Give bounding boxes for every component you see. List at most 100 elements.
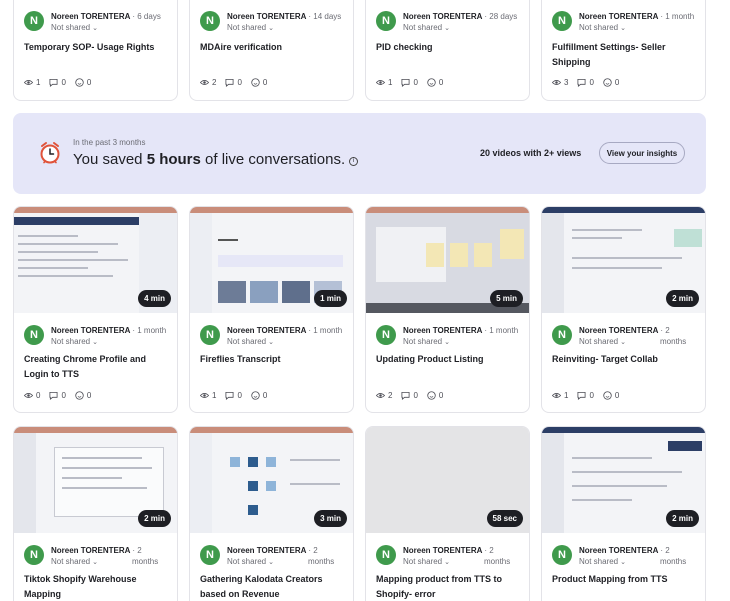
- share-status-dropdown[interactable]: Not shared ⌄: [579, 557, 626, 566]
- video-thumbnail[interactable]: 1 min: [190, 207, 353, 313]
- comments-count: 0: [225, 78, 242, 87]
- share-status-dropdown[interactable]: Not shared ⌄: [403, 557, 450, 566]
- author-name: Noreen TORENTERA · 6 days: [51, 12, 161, 21]
- smiley-icon: [251, 78, 260, 87]
- video-thumbnail[interactable]: 5 min: [366, 207, 529, 313]
- video-card[interactable]: N Noreen TORENTERA · 1 month Not shared ⌄…: [541, 0, 706, 101]
- video-title[interactable]: Tiktok Shopify Warehouse Mapping: [24, 572, 172, 601]
- reactions-count: 0: [251, 78, 267, 87]
- duration-badge: 5 min: [490, 290, 523, 307]
- video-title[interactable]: Product Mapping from TTS: [552, 572, 700, 587]
- info-icon[interactable]: i: [349, 157, 359, 166]
- reactions-count: 0: [251, 391, 267, 400]
- video-thumbnail[interactable]: 3 min: [190, 427, 353, 533]
- share-status-dropdown[interactable]: Not shared ⌄: [579, 337, 626, 346]
- comment-icon: [401, 391, 410, 400]
- video-thumbnail[interactable]: 4 min: [14, 207, 177, 313]
- comment-icon: [49, 78, 58, 87]
- share-status-dropdown[interactable]: Not shared ⌄: [579, 23, 626, 32]
- eye-icon: [376, 393, 385, 398]
- comments-count: 0: [401, 78, 418, 87]
- views-count: 2: [200, 78, 216, 87]
- eye-icon: [552, 80, 561, 85]
- author-name: Noreen TORENTERA · 14 days: [227, 12, 342, 21]
- share-status-dropdown[interactable]: Not shared ⌄: [227, 337, 274, 346]
- upload-time: · 2: [308, 546, 318, 555]
- share-status-dropdown[interactable]: Not shared ⌄: [227, 23, 274, 32]
- chevron-down-icon: ⌄: [620, 25, 627, 32]
- smiley-icon: [427, 78, 436, 87]
- smiley-icon: [603, 391, 612, 400]
- comment-icon: [401, 78, 410, 87]
- banner-period: In the past 3 months: [73, 138, 146, 147]
- view-insights-button[interactable]: View your insights: [599, 142, 685, 164]
- video-title[interactable]: Fireflies Transcript: [200, 352, 348, 367]
- comment-icon: [225, 391, 234, 400]
- comment-icon: [577, 78, 586, 87]
- avatar: N: [552, 325, 572, 345]
- video-thumbnail[interactable]: 2 min: [542, 427, 705, 533]
- video-card[interactable]: 1 min N Noreen TORENTERA · 1 month Not s…: [189, 206, 354, 413]
- videos-count: 20 videos with 2+ views: [480, 148, 582, 158]
- video-title[interactable]: PID checking: [376, 40, 524, 55]
- comments-count: 0: [49, 391, 66, 400]
- author-name: Noreen TORENTERA · 1 month: [579, 12, 695, 21]
- video-title[interactable]: Mapping product from TTS to Shopify- err…: [376, 572, 524, 601]
- upload-time-continued: months: [132, 557, 159, 566]
- chevron-down-icon: ⌄: [620, 559, 627, 566]
- upload-time: · 1 month: [132, 326, 167, 335]
- eye-icon: [24, 393, 33, 398]
- video-card[interactable]: 2 min N Noreen TORENTERA · 2 Not shared ⌄…: [13, 426, 178, 601]
- share-status-dropdown[interactable]: Not shared ⌄: [51, 557, 98, 566]
- share-status-dropdown[interactable]: Not shared ⌄: [51, 23, 98, 32]
- chevron-down-icon: ⌄: [268, 25, 275, 32]
- video-title[interactable]: Updating Product Listing: [376, 352, 524, 367]
- share-status-dropdown[interactable]: Not shared ⌄: [403, 23, 450, 32]
- video-title[interactable]: Creating Chrome Profile and Login to TTS: [24, 352, 172, 382]
- share-status-dropdown[interactable]: Not shared ⌄: [51, 337, 98, 346]
- video-title[interactable]: Reinviting- Target Collab: [552, 352, 700, 367]
- reactions-count: 0: [427, 78, 443, 87]
- chevron-down-icon: ⌄: [444, 25, 451, 32]
- smiley-icon: [75, 391, 84, 400]
- video-card[interactable]: 2 min N Noreen TORENTERA · 2 Not shared ⌄…: [541, 426, 706, 601]
- video-thumbnail[interactable]: 58 sec: [366, 427, 529, 533]
- author-name: Noreen TORENTERA · 2: [403, 546, 494, 555]
- video-card[interactable]: 3 min N Noreen TORENTERA · 2 Not shared ⌄…: [189, 426, 354, 601]
- author-name: Noreen TORENTERA · 1 month: [51, 326, 167, 335]
- video-thumbnail[interactable]: 2 min: [14, 427, 177, 533]
- comment-icon: [49, 391, 58, 400]
- comments-count: 0: [225, 391, 242, 400]
- avatar: N: [24, 545, 44, 565]
- banner-headline: You saved 5 hours of live conversations.…: [73, 151, 359, 168]
- video-title[interactable]: Temporary SOP- Usage Rights: [24, 40, 172, 55]
- chevron-down-icon: ⌄: [92, 339, 99, 346]
- reactions-count: 0: [427, 391, 443, 400]
- video-card[interactable]: N Noreen TORENTERA · 14 days Not shared ⌄…: [189, 0, 354, 101]
- upload-time: · 28 days: [484, 12, 518, 21]
- share-status-dropdown[interactable]: Not shared ⌄: [227, 557, 274, 566]
- upload-time-continued: months: [660, 557, 687, 566]
- chevron-down-icon: ⌄: [444, 339, 451, 346]
- video-title[interactable]: MDAire verification: [200, 40, 348, 55]
- chevron-down-icon: ⌄: [268, 559, 275, 566]
- video-thumbnail[interactable]: 2 min: [542, 207, 705, 313]
- share-status-dropdown[interactable]: Not shared ⌄: [403, 337, 450, 346]
- video-title[interactable]: Gathering Kalodata Creators based on Rev…: [200, 572, 348, 601]
- eye-icon: [552, 393, 561, 398]
- comments-count: 0: [577, 78, 594, 87]
- video-card[interactable]: 5 min N Noreen TORENTERA · 1 month Not s…: [365, 206, 530, 413]
- video-card[interactable]: N Noreen TORENTERA · 6 days Not shared ⌄ …: [13, 0, 178, 101]
- video-card[interactable]: 4 min N Noreen TORENTERA · 1 month Not s…: [13, 206, 178, 413]
- avatar: N: [552, 545, 572, 565]
- video-title[interactable]: Fulfillment Settings- Seller Shipping: [552, 40, 700, 70]
- video-card[interactable]: 58 sec N Noreen TORENTERA · 2 Not shared…: [365, 426, 530, 601]
- chevron-down-icon: ⌄: [444, 559, 451, 566]
- video-card[interactable]: N Noreen TORENTERA · 28 days Not shared ⌄…: [365, 0, 530, 101]
- upload-time: · 1 month: [660, 12, 695, 21]
- video-card[interactable]: 2 min N Noreen TORENTERA · 2 Not shared ⌄…: [541, 206, 706, 413]
- comments-count: 0: [49, 78, 66, 87]
- upload-time: · 14 days: [308, 12, 342, 21]
- eye-icon: [376, 80, 385, 85]
- alarm-clock-icon: [40, 142, 60, 164]
